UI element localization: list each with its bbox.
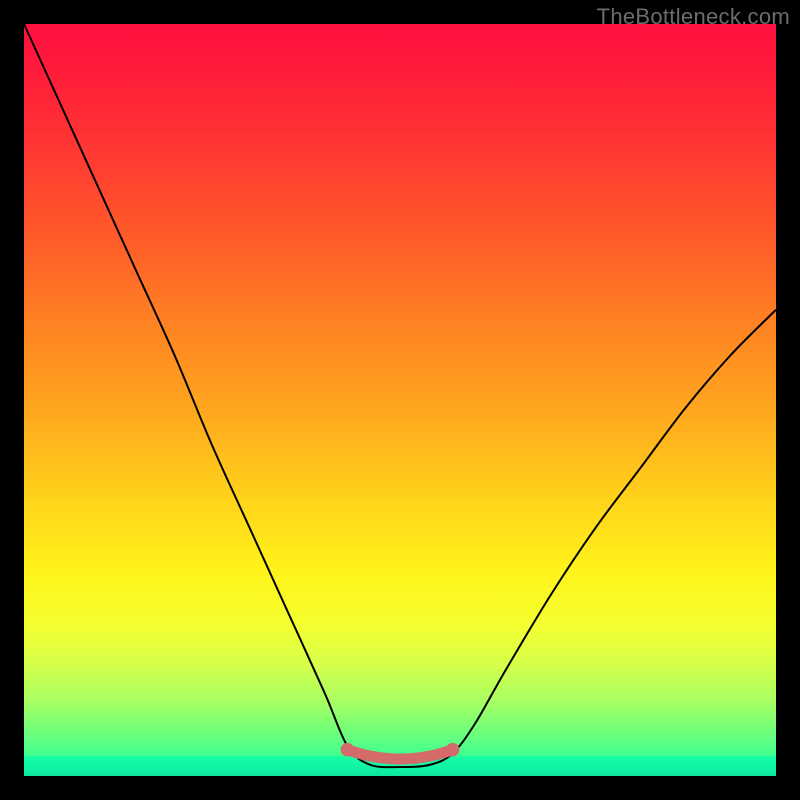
optimal-zone-highlight xyxy=(347,750,452,759)
curve-svg xyxy=(24,24,776,776)
optimal-zone-dot-left xyxy=(341,743,355,757)
chart-frame: TheBottleneck.com xyxy=(0,0,800,800)
plot-area xyxy=(24,24,776,776)
watermark-text: TheBottleneck.com xyxy=(597,4,790,30)
optimal-zone-dot-right xyxy=(446,743,460,757)
bottleneck-curve xyxy=(24,24,776,767)
